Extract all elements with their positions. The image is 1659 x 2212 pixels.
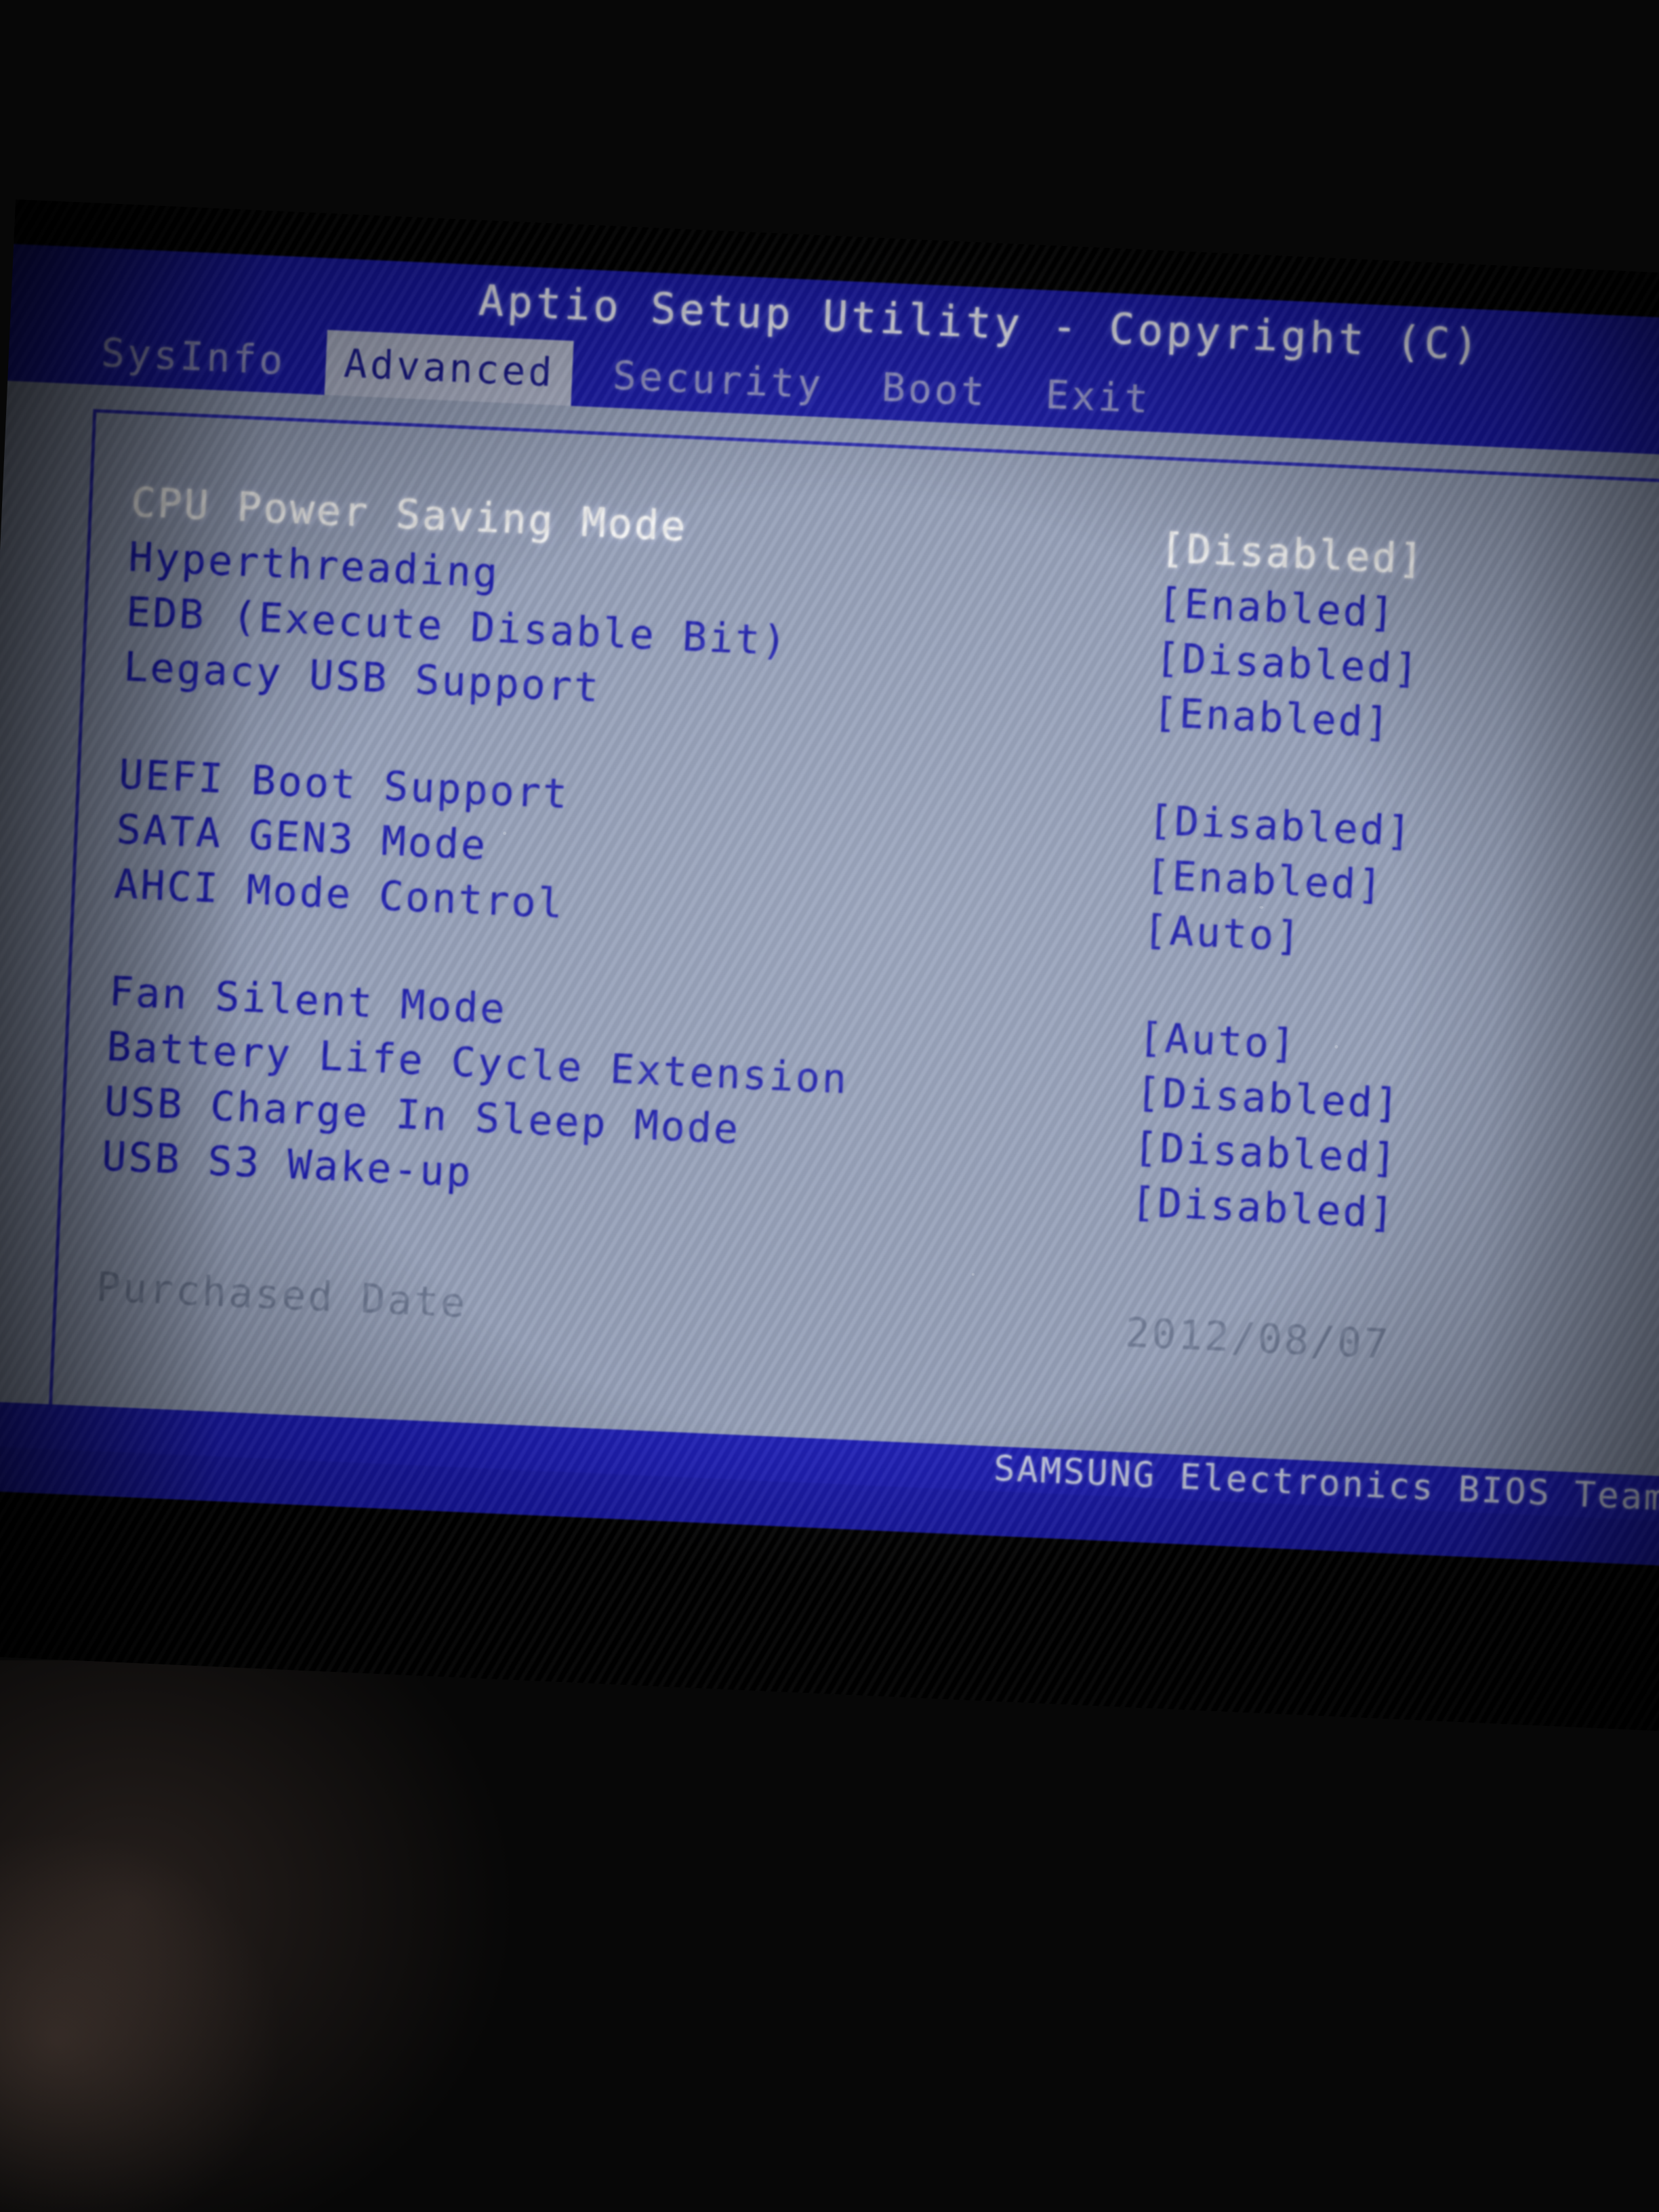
setting-value[interactable]: [Enabled] [1145,851,1385,909]
setting-value[interactable]: [Disabled] [1154,634,1421,693]
bezel-light-wash-secondary [0,1830,285,2212]
tab-exit[interactable]: Exit [1027,361,1170,432]
settings-list: CPU Power Saving Mode [Disabled] Hyperth… [95,474,1659,1384]
tab-sysinfo[interactable]: SysInfo [82,319,304,394]
setting-value[interactable]: [Auto] [1137,1014,1298,1068]
setting-value[interactable]: [Disabled] [1159,524,1426,583]
setting-value[interactable]: [Auto] [1142,906,1303,960]
screen-rotation-wrapper: Aptio Setup Utility - Copyright (C) SysI… [0,199,1659,1732]
tab-boot[interactable]: Boot [863,354,1006,425]
photograph-of-laptop-screen: Aptio Setup Utility - Copyright (C) SysI… [0,0,1659,2212]
bios-setup-window: Aptio Setup Utility - Copyright (C) SysI… [0,244,1659,1568]
setting-value[interactable]: [Disabled] [1147,796,1414,855]
lcd-screen: Aptio Setup Utility - Copyright (C) SysI… [0,199,1659,1732]
settings-pane: CPU Power Saving Mode [Disabled] Hyperth… [0,380,1659,1523]
setting-value[interactable]: [Disabled] [1135,1069,1402,1128]
setting-value[interactable]: [Enabled] [1152,689,1393,747]
tab-advanced[interactable]: Advanced [325,329,574,406]
setting-value[interactable]: [Disabled] [1132,1123,1399,1182]
setting-value: 2012/08/07 [1124,1309,1391,1368]
tab-security[interactable]: Security [594,342,842,417]
bezel-light-wash [0,1660,529,2212]
setting-value[interactable]: [Disabled] [1130,1178,1397,1237]
setting-value[interactable]: [Enabled] [1157,579,1397,637]
